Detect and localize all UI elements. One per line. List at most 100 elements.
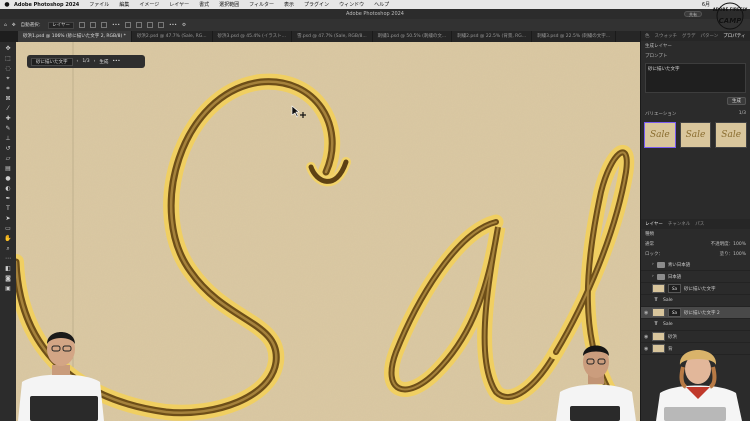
opacity-value[interactable]: 100% — [733, 242, 746, 247]
taskbar-prompt-input[interactable]: 砂に描いた文字 — [31, 57, 73, 66]
distribute-icon-3[interactable] — [146, 22, 153, 28]
menu-layer[interactable]: レイヤー — [169, 1, 189, 8]
frame-icon[interactable]: ⊠ — [4, 95, 13, 102]
layers-list: › 青い日本語 › 日本語 Sa 砂に描いた文字 T Sale ◉ Sa 砂に描… — [641, 259, 750, 355]
taskbar-generate-button[interactable]: 生成 — [99, 59, 108, 65]
chevron-right-icon[interactable]: › — [652, 274, 654, 279]
menu-type[interactable]: 書式 — [199, 1, 209, 8]
tab-document-2[interactable]: 砂浜2.psd @ 47.7% (Sale, RG... — [132, 31, 213, 42]
menu-window[interactable]: ウィンドウ — [339, 1, 364, 8]
menu-plugins[interactable]: プラグイン — [304, 1, 329, 8]
tab-paths[interactable]: パス — [695, 221, 704, 227]
align-left-icon[interactable] — [79, 22, 86, 28]
more-icon[interactable]: ••• — [169, 23, 177, 28]
visibility-eye-icon[interactable]: ◉ — [644, 310, 649, 316]
menu-select[interactable]: 選択範囲 — [219, 1, 239, 8]
menu-file[interactable]: ファイル — [89, 1, 109, 8]
menu-image[interactable]: イメージ — [139, 1, 159, 8]
marquee-icon[interactable]: ⬚ — [4, 55, 13, 62]
variation-thumbnails: Sale Sale Sale — [641, 119, 750, 151]
generate-button[interactable]: 生成 — [727, 97, 746, 105]
distribute-icon-4[interactable] — [157, 22, 164, 28]
visibility-eye-icon[interactable]: ◉ — [644, 346, 649, 352]
layer-row[interactable]: ◉ 砂浜 — [641, 331, 750, 343]
distribute-icon[interactable] — [124, 22, 131, 28]
prompt-textarea[interactable]: 砂に描いた文字 — [645, 63, 746, 93]
layer-row-selected[interactable]: ◉ Sa 砂に描いた文字 2 — [641, 307, 750, 319]
layer-row[interactable]: T Sale — [641, 319, 750, 331]
layer-row[interactable]: Sa 砂に描いた文字 — [641, 283, 750, 295]
tab-document-3[interactable]: 砂浜3.psd @ 45.4% (イラスト... — [213, 31, 292, 42]
screen-mode-icon[interactable]: ▣ — [4, 285, 13, 292]
tab-document-6[interactable]: 刺繍2.psd @ 22.5% (背景, RG... — [452, 31, 533, 42]
prev-variation-icon[interactable]: ‹ — [77, 59, 79, 64]
auto-select-label[interactable]: 自動選択： — [21, 22, 44, 28]
tab-layers[interactable]: レイヤー — [645, 221, 663, 227]
tab-document-5[interactable]: 刺繍1.psd @ 50.5% (刺繍の文... — [373, 31, 453, 42]
document-canvas[interactable] — [16, 42, 640, 421]
gradient-icon[interactable]: ▤ — [4, 165, 13, 172]
share-button[interactable]: 共有 — [684, 11, 702, 17]
app-name-menu[interactable]: Adobe Photoshop 2024 — [14, 2, 79, 8]
presenter-left — [18, 332, 104, 421]
next-variation-icon[interactable]: › — [94, 59, 96, 64]
layer-row[interactable]: T Sale — [641, 295, 750, 307]
brush-icon[interactable]: ✎ — [4, 125, 13, 132]
prompt-label: プロンプト — [645, 54, 668, 59]
variation-thumb-1[interactable]: Sale — [644, 122, 676, 148]
tab-document-7[interactable]: 刺繍3.psd @ 22.5% (刺繍の文字... — [532, 31, 617, 42]
align-center-icon[interactable] — [90, 22, 97, 28]
apple-icon[interactable]: ● — [0, 1, 14, 8]
crop-icon[interactable]: ⌗ — [4, 85, 13, 92]
more-options-icon[interactable]: ••• — [112, 23, 120, 28]
move-tool-icon[interactable]: ✥ — [12, 23, 16, 28]
variation-thumb-3[interactable]: Sale — [715, 122, 748, 148]
menu-edit[interactable]: 編集 — [119, 1, 129, 8]
type-icon[interactable]: T — [4, 205, 13, 212]
generated-layer-header: 生成レイヤー — [645, 44, 672, 49]
home-icon[interactable]: ⌂ — [4, 23, 7, 28]
layer-row[interactable]: › 青い日本語 — [641, 259, 750, 271]
tab-document-4[interactable]: 雪.psd @ 47.7% (Sale, RGB/8... — [292, 31, 373, 42]
pen-icon[interactable]: ✒ — [4, 195, 13, 202]
fill-value[interactable]: 100% — [733, 252, 746, 257]
menu-filter[interactable]: フィルター — [249, 1, 274, 8]
eraser-icon[interactable]: ▱ — [4, 155, 13, 162]
tab-channels[interactable]: チャンネル — [668, 221, 690, 227]
tab-swatches[interactable]: スウォッチ — [655, 33, 678, 39]
hand-icon[interactable]: ✋ — [4, 235, 13, 242]
zoom-icon[interactable]: ⌕ — [4, 245, 13, 252]
tab-properties[interactable]: プロパティ — [723, 33, 745, 39]
filter-kind-select[interactable]: 種類 — [645, 232, 654, 237]
history-brush-icon[interactable]: ↺ — [4, 145, 13, 152]
visibility-eye-icon[interactable]: ◉ — [644, 334, 649, 340]
tab-gradients[interactable]: グラデ — [682, 33, 696, 39]
tab-color[interactable]: 色 — [645, 33, 650, 39]
quick-mask-icon[interactable]: ◙ — [4, 275, 13, 282]
auto-select-target[interactable]: レイヤー — [48, 21, 75, 29]
taskbar-more-icon[interactable]: ••• — [112, 59, 120, 64]
variation-thumb-2[interactable]: Sale — [679, 122, 712, 148]
blend-mode-select[interactable]: 通常 — [645, 241, 654, 247]
stamp-icon[interactable]: ⊥ — [4, 135, 13, 142]
distribute-icon-2[interactable] — [135, 22, 142, 28]
blur-icon[interactable]: ● — [4, 175, 13, 182]
lasso-icon[interactable]: ◌ — [4, 65, 13, 72]
move-icon[interactable]: ✥ — [4, 45, 13, 52]
tab-document-1[interactable]: 砂浜1.psd @ 106% (砂に描いた文字 2, RGB/8) * — [18, 31, 132, 42]
color-swatch-icon[interactable]: ◧ — [4, 265, 13, 272]
layer-row[interactable]: › 日本語 — [641, 271, 750, 283]
rectangle-icon[interactable]: ▭ — [4, 225, 13, 232]
healing-icon[interactable]: ✚ — [4, 115, 13, 122]
path-select-icon[interactable]: ➤ — [4, 215, 13, 222]
chevron-right-icon[interactable]: › — [652, 262, 654, 267]
more-tools-icon[interactable]: ⋯ — [4, 255, 13, 262]
object-select-icon[interactable]: ⌖ — [4, 75, 13, 82]
menu-view[interactable]: 表示 — [284, 1, 294, 8]
tab-patterns[interactable]: パターン — [701, 33, 719, 39]
gear-icon[interactable]: ⚙ — [182, 23, 186, 28]
menu-help[interactable]: ヘルプ — [374, 1, 389, 8]
align-right-icon[interactable] — [101, 22, 108, 28]
dodge-icon[interactable]: ◐ — [4, 185, 13, 192]
eyedropper-icon[interactable]: ⁄ — [4, 105, 13, 112]
